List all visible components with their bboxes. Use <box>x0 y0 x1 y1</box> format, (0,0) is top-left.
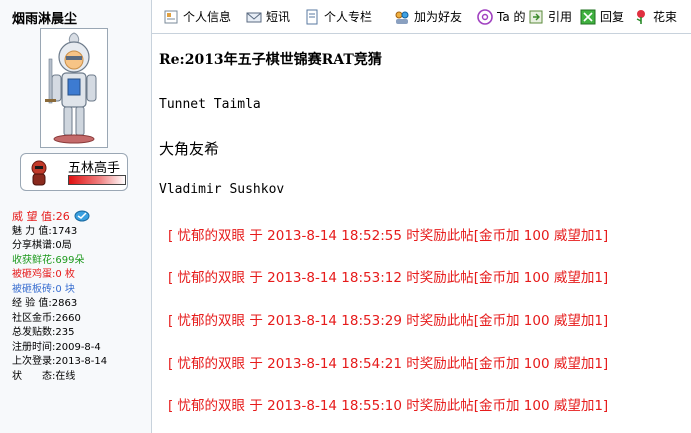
post-text-line: 大角友希 <box>159 140 220 158</box>
rank-box: 五林高手 <box>20 153 128 191</box>
post-text-line: Tunnet Taimla <box>159 97 261 112</box>
prestige-badge-icon <box>74 210 90 222</box>
stat-label: 魅 力 值 <box>12 225 49 237</box>
post-title: Re:2013年五子棋世锦赛RAT竞猜 <box>159 52 382 68</box>
stat-row: 被砸板砖:0 块 <box>12 283 107 298</box>
stat-value: 1743 <box>51 225 78 237</box>
stat-value: 在线 <box>55 370 76 382</box>
add-friend-icon <box>395 11 409 24</box>
profile-card-icon <box>164 10 178 23</box>
post-toolbar: 个人信息 短讯 个人专栏 加为好友 Ta 的 引用 回复 花束 <box>152 0 691 34</box>
toolbar-button-label: 个人专栏 <box>324 10 373 24</box>
column-icon <box>306 9 318 24</box>
stat-row: 魅 力 值:1743 <box>12 225 107 240</box>
reward-notice: [ 忧郁的双眼 于 2013-8-14 18:52:55 时奖励此帖[金币加 1… <box>168 228 609 244</box>
reward-notice: [ 忧郁的双眼 于 2013-8-14 18:53:29 时奖励此帖[金币加 1… <box>168 313 609 329</box>
stat-label: 总发贴数 <box>12 327 52 338</box>
message-icon <box>246 12 262 22</box>
stat-label: 上次登录 <box>12 356 52 367</box>
toolbar-button-2[interactable]: 短讯 <box>246 8 290 25</box>
reply-icon <box>580 9 596 24</box>
post-text-line: Vladimir Sushkov <box>159 182 285 197</box>
toolbar-button-4[interactable]: 加为好友 <box>394 8 462 25</box>
toolbar-button-7[interactable]: 回复 <box>580 8 624 25</box>
toolbar-button-label: Ta 的 <box>497 10 526 24</box>
toolbar-button-label: 引用 <box>548 10 573 24</box>
stat-value: 0 块 <box>55 283 75 295</box>
warrior-rank-icon <box>31 160 47 186</box>
toolbar-button-8[interactable]: 花束 <box>633 8 677 25</box>
stat-row: 社区金币:2660 <box>12 312 107 327</box>
reward-notice: [ 忧郁的双眼 于 2013-8-14 18:54:21 时奖励此帖[金币加 1… <box>168 356 609 372</box>
stat-value: 2863 <box>51 298 78 309</box>
stat-row: 状 态:在线 <box>12 370 107 385</box>
stat-value: 26 <box>55 210 70 223</box>
avatar[interactable] <box>40 28 108 148</box>
stat-label: 分享棋谱 <box>12 240 52 251</box>
toolbar-button-6[interactable]: 引用 <box>528 8 572 25</box>
toolbar-button-label: 加为好友 <box>414 10 463 24</box>
stat-row: 收获鲜花:699朵 <box>12 254 107 269</box>
quote-icon <box>529 10 543 23</box>
rank-title: 五林高手 <box>68 161 121 176</box>
flower-icon <box>636 9 645 24</box>
stat-row: 总发贴数:235 <box>12 326 107 341</box>
toolbar-button-label: 花束 <box>653 10 678 24</box>
stat-label: 经 验 值 <box>12 298 49 309</box>
stat-value: 2009-8-4 <box>55 341 101 353</box>
username[interactable]: 烟雨淋晨尘 <box>12 8 77 27</box>
rank-progress-bar <box>68 175 126 185</box>
toolbar-button-3[interactable]: 个人专栏 <box>304 8 372 25</box>
stat-row: 分享棋谱:0局 <box>12 239 107 254</box>
at-icon <box>477 8 493 25</box>
toolbar-button-label: 回复 <box>600 10 625 24</box>
stat-row: 被砸鸡蛋:0 枚 <box>12 268 107 283</box>
user-stats: 威 望 值:26 魅 力 值:1743 分享棋谱:0局 收获鲜花:699朵 被砸鸡蛋:0… <box>12 210 107 384</box>
stat-row: 经 验 值:2863 <box>12 297 107 312</box>
stat-label: 注册时间 <box>12 341 52 353</box>
stat-value: 2660 <box>55 312 81 324</box>
toolbar-button-5[interactable]: Ta 的 <box>477 8 526 25</box>
stat-label: 状 态 <box>12 370 52 382</box>
toolbar-button-1[interactable]: 个人信息 <box>163 8 231 25</box>
stat-value: 0 枚 <box>55 269 75 280</box>
toolbar-button-label: 个人信息 <box>183 10 232 24</box>
stat-label: 威 望 值 <box>12 210 52 223</box>
stat-row: 上次登录:2013-8-14 <box>12 355 107 370</box>
stat-label: 被砸鸡蛋 <box>12 269 52 280</box>
reward-notice: [ 忧郁的双眼 于 2013-8-14 18:53:12 时奖励此帖[金币加 1… <box>168 270 609 286</box>
reward-notice: [ 忧郁的双眼 于 2013-8-14 18:55:10 时奖励此帖[金币加 1… <box>168 398 609 414</box>
stat-label: 收获鲜花 <box>12 254 52 266</box>
stat-value: 0局 <box>55 240 72 251</box>
stat-label: 被砸板砖 <box>12 283 52 295</box>
stat-label: 社区金币 <box>12 312 52 324</box>
user-sidebar: 烟雨淋晨尘 五林高手 威 望 值:26 魅 力 值:1743 分享棋谱:0局 收… <box>0 0 152 433</box>
stat-row: 威 望 值:26 <box>12 210 107 225</box>
stat-value: 235 <box>55 327 75 338</box>
toolbar-button-label: 短讯 <box>266 10 291 24</box>
stat-row: 注册时间:2009-8-4 <box>12 341 107 356</box>
knight-avatar-icon <box>45 32 97 144</box>
stat-value: 699朵 <box>55 254 85 266</box>
stat-value: 2013-8-14 <box>55 356 108 367</box>
